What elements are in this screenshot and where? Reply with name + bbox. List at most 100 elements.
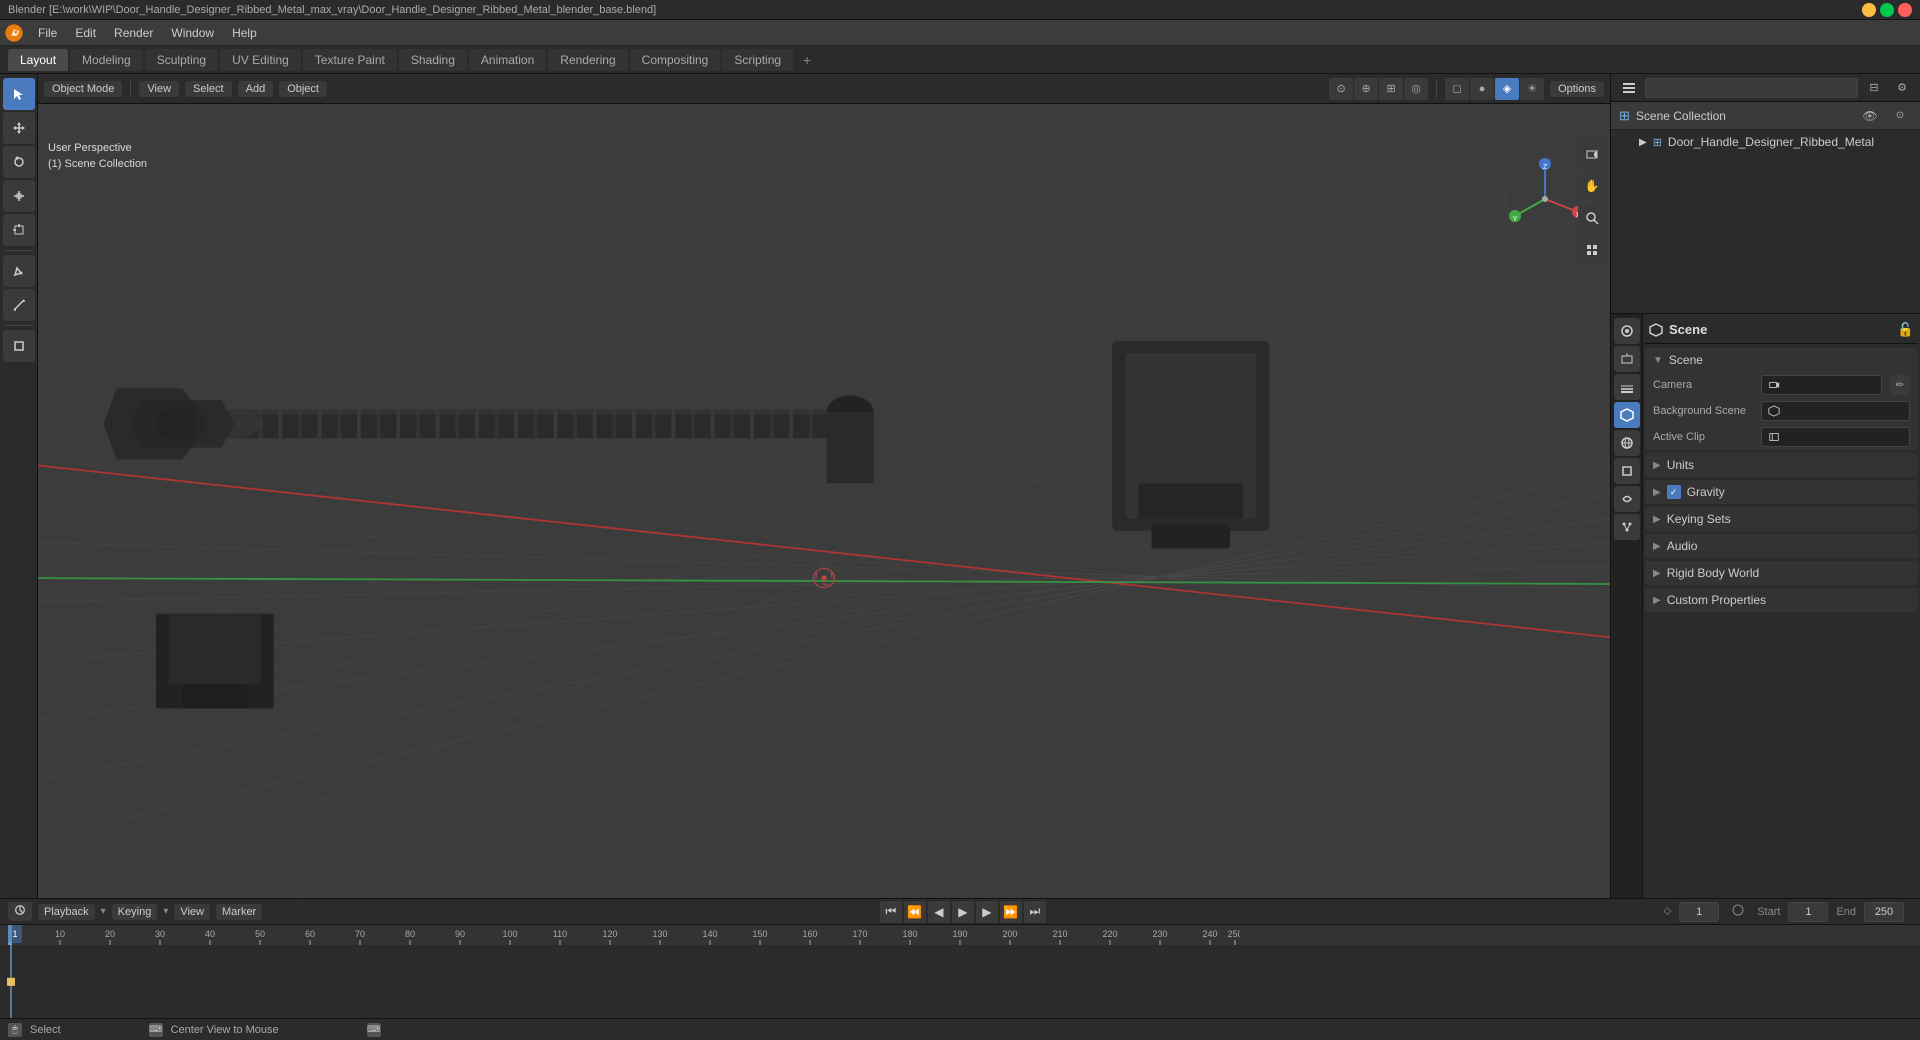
solid-btn[interactable]: ● [1470, 78, 1494, 100]
viewport[interactable]: Object Mode View Select Add Object ⊙ ⊕ ⊞… [38, 74, 1610, 898]
prev-keyframe-btn[interactable]: ◀ [928, 901, 950, 923]
object-mode-dropdown[interactable]: Object Mode [44, 81, 122, 97]
tool-rotate[interactable] [3, 146, 35, 178]
viewport-gizmo-btn[interactable]: ⊕ [1354, 78, 1378, 100]
outliner-filter-btn[interactable]: ⊟ [1862, 76, 1886, 100]
prop-tab-object[interactable] [1614, 458, 1640, 484]
tab-shading[interactable]: Shading [399, 49, 467, 71]
custom-props-section-header[interactable]: ▶ Custom Properties [1645, 588, 1918, 612]
prop-tab-world[interactable] [1614, 430, 1640, 456]
custom-props-section-title: Custom Properties [1667, 593, 1766, 607]
select-menu[interactable]: Select [185, 81, 232, 97]
tab-texture-paint[interactable]: Texture Paint [303, 49, 397, 71]
marker-btn[interactable]: Marker [216, 904, 262, 920]
collection-eye-btn[interactable]: 👁 [1858, 104, 1882, 128]
prop-tab-particles[interactable] [1614, 514, 1640, 540]
tool-annotate[interactable] [3, 255, 35, 287]
camera-view-btn[interactable] [1578, 140, 1606, 168]
tab-modeling[interactable]: Modeling [70, 49, 143, 71]
next-frame-btn[interactable]: ⏩ [1000, 901, 1022, 923]
units-section-header[interactable]: ▶ Units [1645, 453, 1918, 477]
prop-tab-object-constraint[interactable] [1614, 486, 1640, 512]
menu-render[interactable]: Render [106, 24, 161, 42]
camera-edit-btn[interactable]: ✏ [1890, 375, 1910, 395]
tool-scale[interactable] [3, 180, 35, 212]
start-frame-input[interactable] [1788, 902, 1828, 922]
end-frame-input[interactable] [1864, 902, 1904, 922]
menu-edit[interactable]: Edit [67, 24, 104, 42]
tab-animation[interactable]: Animation [469, 49, 546, 71]
tab-sculpting[interactable]: Sculpting [145, 49, 218, 71]
add-workspace-button[interactable]: + [795, 48, 819, 72]
audio-section-header[interactable]: ▶ Audio [1645, 534, 1918, 558]
tab-layout[interactable]: Layout [8, 49, 68, 71]
tool-move[interactable] [3, 112, 35, 144]
wireframe-btn[interactable]: ◻ [1445, 78, 1469, 100]
view-btn[interactable]: View [174, 904, 210, 920]
close-button[interactable] [1898, 3, 1912, 17]
active-clip-value[interactable] [1761, 427, 1910, 447]
object-menu[interactable]: Object [279, 81, 327, 97]
svg-text:230: 230 [1152, 929, 1167, 939]
scene-collection-header[interactable]: ⊞ Scene Collection 👁 ⊙ [1611, 102, 1920, 130]
menu-window[interactable]: Window [163, 24, 222, 42]
maximize-button[interactable] [1880, 3, 1894, 17]
options-btn[interactable]: Options [1550, 81, 1604, 97]
play-btn[interactable]: ▶ [952, 901, 974, 923]
blender-logo[interactable] [4, 23, 24, 43]
audio-section: ▶ Audio [1645, 534, 1918, 558]
prop-tab-render[interactable] [1614, 318, 1640, 344]
render-btn[interactable]: ☀ [1520, 78, 1544, 100]
snap-btn[interactable]: ⊞ [1379, 78, 1403, 100]
camera-value[interactable] [1761, 375, 1882, 395]
viewport-canvas[interactable]: User Perspective (1) Scene Collection Z [38, 104, 1610, 898]
prev-frame-btn[interactable]: ⏪ [904, 901, 926, 923]
prop-tab-view-layer[interactable] [1614, 374, 1640, 400]
background-scene-value[interactable] [1761, 401, 1910, 421]
tab-uv-editing[interactable]: UV Editing [220, 49, 301, 71]
outliner-icon[interactable] [1617, 76, 1641, 100]
tool-add[interactable] [3, 330, 35, 362]
menu-help[interactable]: Help [224, 24, 265, 42]
outliner-search-input[interactable] [1645, 78, 1858, 98]
keying-btn[interactable]: Keying [112, 904, 158, 920]
menu-file[interactable]: File [30, 24, 65, 42]
keying-sets-section-header[interactable]: ▶ Keying Sets [1645, 507, 1918, 531]
timeline-icon-btn[interactable] [8, 902, 32, 921]
tool-transform[interactable] [3, 214, 35, 246]
next-keyframe-btn[interactable]: ▶ [976, 901, 998, 923]
search-btn[interactable] [1578, 204, 1606, 232]
view-menu[interactable]: View [139, 81, 179, 97]
svg-text:120: 120 [602, 929, 617, 939]
tab-rendering[interactable]: Rendering [548, 49, 627, 71]
grid-btn[interactable] [1578, 236, 1606, 264]
left-toolbar [0, 74, 38, 898]
collection-restrict-btn[interactable]: ⊙ [1888, 104, 1912, 128]
props-panel-lock-btn[interactable]: 🔓 [1897, 322, 1914, 338]
viewport-overlay-btn[interactable]: ⊙ [1329, 78, 1353, 100]
tool-cursor[interactable] [3, 78, 35, 110]
minimize-button[interactable] [1862, 3, 1876, 17]
jump-start-btn[interactable]: ⏮ [880, 901, 902, 923]
tab-compositing[interactable]: Compositing [630, 49, 721, 71]
outliner-settings-btn[interactable]: ⚙ [1890, 76, 1914, 100]
hand-btn[interactable]: ✋ [1578, 172, 1606, 200]
jump-end-btn[interactable]: ⏭ [1024, 901, 1046, 923]
current-frame-input[interactable] [1679, 902, 1719, 922]
playback-dropdown[interactable]: Playback [38, 904, 95, 920]
camera-row: Camera ✏ [1645, 372, 1918, 398]
gravity-checkbox[interactable]: ✓ [1667, 485, 1681, 499]
tab-scripting[interactable]: Scripting [722, 49, 793, 71]
prop-tab-scene[interactable] [1614, 402, 1640, 428]
gizmo-widget[interactable]: Z X Y [1500, 154, 1590, 244]
scene-item[interactable]: ▶ ⊞ Door_Handle_Designer_Ribbed_Metal [1611, 130, 1920, 154]
prop-tab-output[interactable] [1614, 346, 1640, 372]
scene-section-header[interactable]: ▼ Scene [1645, 348, 1918, 372]
tool-measure[interactable] [3, 289, 35, 321]
timeline-ruler[interactable] [0, 945, 1920, 1018]
rigid-body-section-header[interactable]: ▶ Rigid Body World [1645, 561, 1918, 585]
material-btn[interactable]: ◈ [1495, 78, 1519, 100]
add-menu[interactable]: Add [238, 81, 274, 97]
proportional-edit-btn[interactable]: ◎ [1404, 78, 1428, 100]
gravity-section-header[interactable]: ▶ ✓ Gravity [1645, 480, 1918, 504]
